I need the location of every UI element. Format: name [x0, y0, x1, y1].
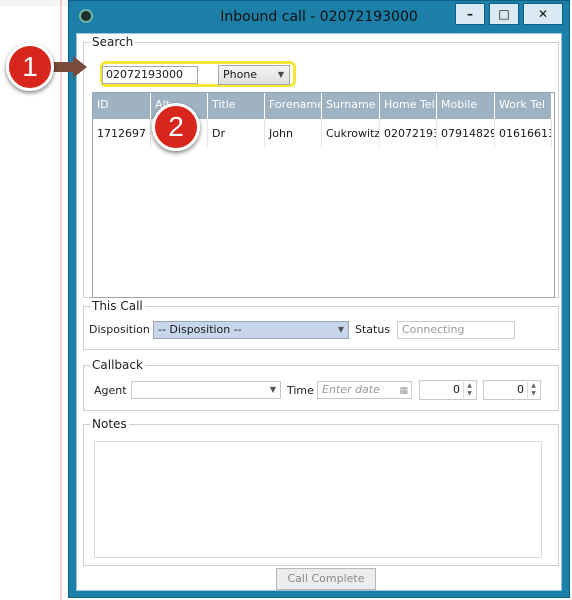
disposition-label: Disposition: [89, 323, 150, 336]
cell-mobile: 07914829: [437, 120, 495, 148]
disposition-value: -- Disposition --: [158, 323, 242, 336]
status-field: Connecting: [397, 321, 515, 339]
hour-stepper-buttons[interactable]: ▲ ▼: [463, 382, 475, 398]
title-bar[interactable]: Inbound call - 02072193000 – □ ✕: [69, 1, 569, 33]
callback-date-picker[interactable]: Enter date ▦: [317, 381, 412, 399]
column-header-title[interactable]: Title: [208, 93, 265, 119]
notes-group: Notes: [83, 417, 559, 566]
cell-home-tel: 02072193000: [380, 120, 437, 148]
column-header-work-tel[interactable]: Work Tel: [495, 93, 552, 119]
notes-legend: Notes: [90, 417, 129, 431]
search-group: Search 02072193000 Phone ▼ ID Alt Title …: [83, 35, 559, 298]
this-call-legend: This Call: [90, 299, 145, 313]
search-legend: Search: [90, 35, 136, 49]
disposition-dropdown[interactable]: -- Disposition -- ▼: [153, 321, 349, 339]
minimize-button[interactable]: –: [455, 3, 485, 25]
column-header-surname[interactable]: Surname: [322, 93, 380, 119]
inbound-call-window: Inbound call - 02072193000 – □ ✕ Search …: [68, 0, 570, 598]
background-divider: [60, 0, 62, 600]
maximize-button[interactable]: □: [489, 3, 519, 25]
search-type-dropdown[interactable]: Phone ▼: [218, 65, 290, 85]
callout-arrow-head: [73, 56, 87, 78]
callback-group: Callback Agent ▼ Time Enter date ▦ 0 ▲ ▼…: [83, 358, 559, 411]
cell-forename: John: [265, 120, 322, 148]
cell-id: 1712697: [93, 120, 151, 148]
column-header-id[interactable]: ID: [93, 93, 151, 119]
chevron-down-icon[interactable]: ▼: [463, 390, 475, 398]
chevron-down-icon: ▼: [269, 385, 276, 394]
minute-value: 0: [517, 383, 524, 396]
cell-surname: Cukrowitz: [322, 120, 380, 148]
column-header-home-tel[interactable]: Home Tel: [380, 93, 437, 119]
chevron-down-icon: ▼: [337, 325, 344, 334]
callout-badge-2: 2: [152, 103, 200, 151]
agent-dropdown[interactable]: ▼: [131, 381, 281, 399]
column-header-forename[interactable]: Forename: [265, 93, 322, 119]
chevron-down-icon[interactable]: ▼: [527, 390, 539, 398]
callout-badge-1: 1: [6, 43, 54, 91]
search-input[interactable]: 02072193000: [102, 66, 198, 84]
cell-work-tel: 01616613: [495, 120, 552, 148]
call-complete-button[interactable]: Call Complete: [276, 568, 376, 590]
this-call-group: This Call Disposition -- Disposition -- …: [83, 299, 559, 350]
minute-stepper[interactable]: 0 ▲ ▼: [483, 380, 541, 400]
calendar-icon: ▦: [399, 386, 408, 396]
time-label: Time: [287, 384, 314, 397]
cell-title: Dr: [208, 120, 265, 148]
minute-stepper-buttons[interactable]: ▲ ▼: [527, 382, 539, 398]
date-placeholder: Enter date: [322, 383, 380, 396]
chevron-up-icon[interactable]: ▲: [463, 382, 475, 390]
chevron-up-icon[interactable]: ▲: [527, 382, 539, 390]
chevron-down-icon: ▼: [277, 70, 284, 79]
callback-legend: Callback: [90, 358, 145, 372]
agent-label: Agent: [94, 384, 127, 397]
search-type-value: Phone: [223, 68, 258, 81]
window-controls: – □ ✕: [455, 3, 563, 27]
column-header-mobile[interactable]: Mobile: [437, 93, 495, 119]
hour-value: 0: [453, 383, 460, 396]
notes-textarea[interactable]: [94, 441, 542, 558]
hour-stepper[interactable]: 0 ▲ ▼: [419, 380, 477, 400]
status-label: Status: [355, 323, 391, 336]
window-client-area: Search 02072193000 Phone ▼ ID Alt Title …: [76, 33, 562, 591]
close-button[interactable]: ✕: [523, 3, 563, 25]
